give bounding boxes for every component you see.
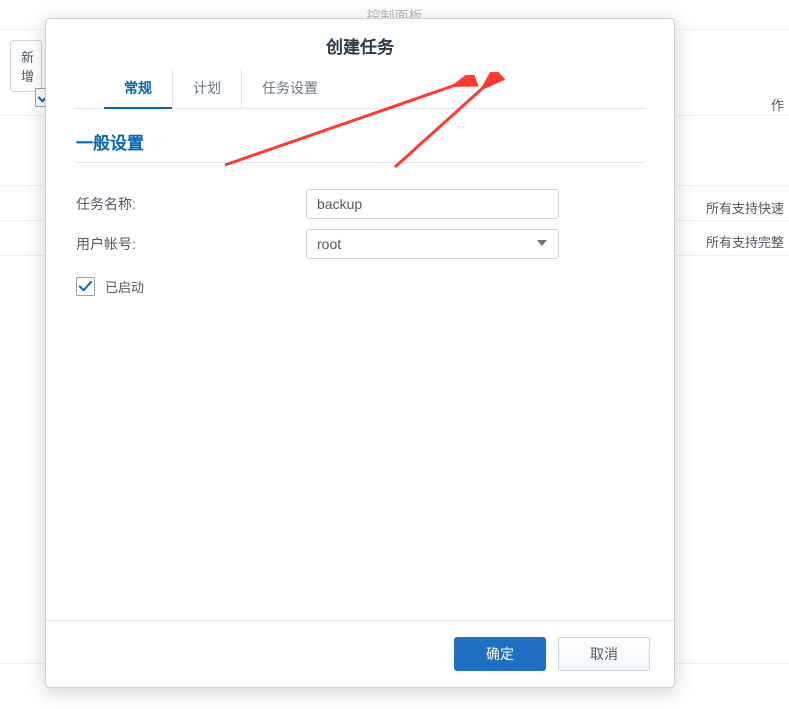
background-col-header: 作 bbox=[771, 95, 784, 114]
background-new-button[interactable]: 新增 bbox=[10, 40, 42, 92]
form-general: 任务名称: 用户帐号: root 已启动 bbox=[46, 171, 674, 620]
user-account-select[interactable]: root bbox=[306, 229, 559, 259]
user-account-label: 用户帐号: bbox=[76, 234, 306, 254]
section-heading-general: 一般设置 bbox=[76, 129, 644, 163]
background-row-1: 所有支持快速 bbox=[706, 198, 784, 217]
task-name-label: 任务名称: bbox=[76, 194, 306, 214]
check-icon bbox=[78, 279, 93, 294]
user-account-value: root bbox=[317, 236, 341, 252]
tab-general[interactable]: 常规 bbox=[104, 68, 173, 108]
task-name-input[interactable] bbox=[306, 189, 559, 219]
dialog-tabs: 常规 计划 任务设置 bbox=[74, 68, 646, 109]
tab-task-settings[interactable]: 任务设置 bbox=[242, 68, 338, 108]
tab-schedule[interactable]: 计划 bbox=[173, 68, 242, 108]
create-task-dialog: 创建任务 常规 计划 任务设置 一般设置 任务名称: 用户帐号: root 已启… bbox=[45, 18, 675, 688]
checkbox-enabled[interactable] bbox=[76, 277, 95, 296]
background-row-2: 所有支持完整 bbox=[706, 232, 784, 251]
chevron-down-icon bbox=[536, 236, 548, 252]
row-task-name: 任务名称: bbox=[76, 189, 644, 219]
row-user-account: 用户帐号: root bbox=[76, 229, 644, 259]
row-enabled[interactable]: 已启动 bbox=[76, 277, 644, 296]
dialog-title: 创建任务 bbox=[46, 19, 674, 68]
ok-button[interactable]: 确定 bbox=[454, 637, 546, 671]
enabled-label: 已启动 bbox=[105, 277, 144, 296]
dialog-footer: 确定 取消 bbox=[46, 620, 674, 687]
cancel-button[interactable]: 取消 bbox=[558, 637, 650, 671]
